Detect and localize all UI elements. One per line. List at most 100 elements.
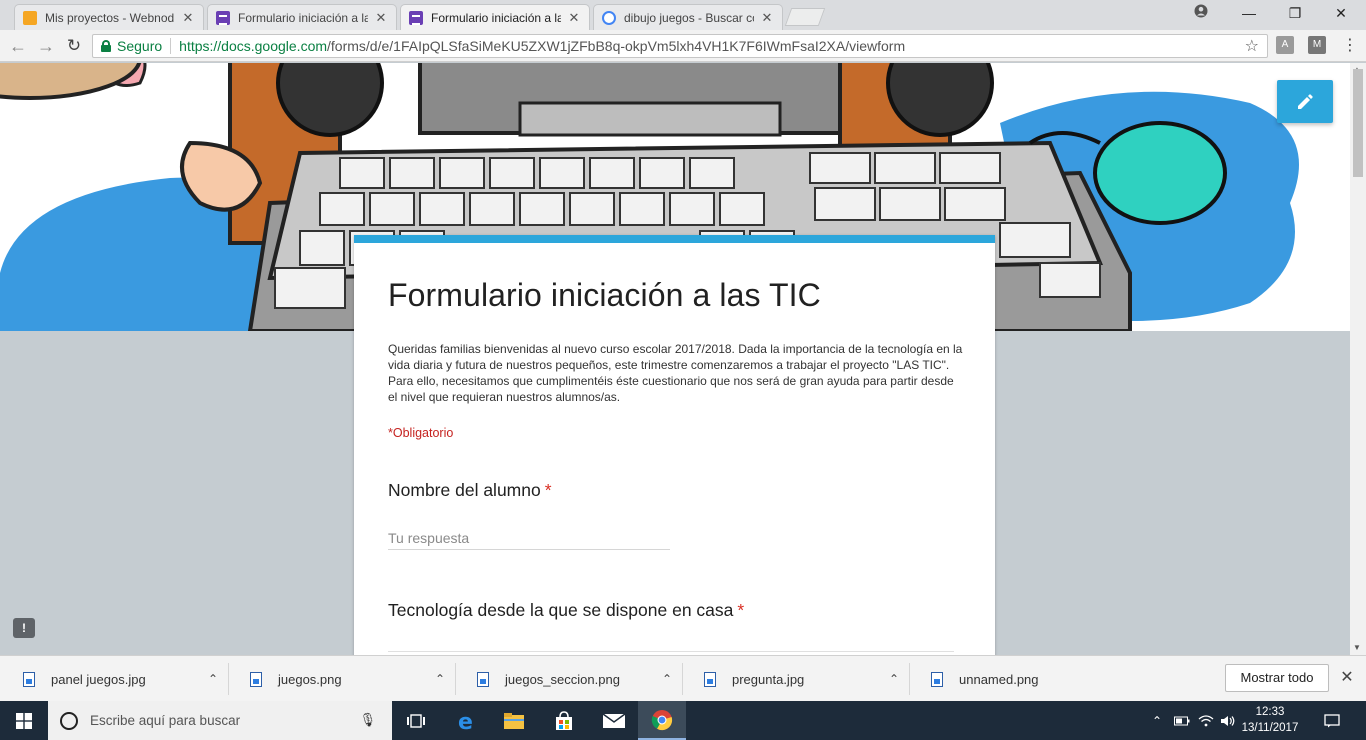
close-window-button[interactable]: ✕ [1318, 0, 1364, 26]
address-bar[interactable]: Seguro https://docs.google.com/forms/d/e… [92, 34, 1268, 58]
tab-title: dibujo juegos - Buscar co [624, 10, 754, 25]
feedback-button[interactable]: ! [13, 618, 35, 638]
download-item[interactable]: pregunta.jpg ⌃ [684, 663, 910, 695]
required-asterisk: * [737, 600, 745, 620]
edge-browser-icon[interactable]: e [442, 701, 490, 740]
wifi-icon[interactable] [1198, 701, 1214, 740]
download-filename: panel juegos.jpg [51, 671, 146, 687]
downloads-bar: panel juegos.jpg ⌃ juegos.png ⌃ juegos_s… [0, 655, 1366, 701]
question-text: Nombre del alumno [388, 480, 541, 500]
volume-icon[interactable] [1220, 701, 1236, 740]
tab-title: Mis proyectos - Webnod [45, 10, 175, 25]
secure-label: Seguro [117, 38, 163, 54]
download-filename: pregunta.jpg [732, 671, 805, 687]
tab-title: Formulario iniciación a la [431, 10, 561, 25]
menu-icon[interactable]: ⋮ [1338, 34, 1362, 58]
download-item[interactable]: juegos.png ⌃ [230, 663, 456, 695]
bookmark-star-icon[interactable]: ☆ [1245, 36, 1259, 56]
url-text[interactable]: https://docs.google.com/forms/d/e/1FAIpQ… [179, 38, 905, 54]
google-icon [602, 10, 616, 25]
tab-close-icon[interactable]: ✕ [374, 10, 388, 26]
show-all-downloads-button[interactable]: Mostrar todo [1225, 664, 1329, 692]
new-tab-button[interactable] [784, 8, 826, 26]
download-filename: unnamed.png [959, 671, 1039, 687]
image-file-icon [931, 671, 943, 687]
forward-arrow-icon[interactable]: → [34, 34, 58, 58]
image-file-icon [704, 671, 716, 687]
maximize-button[interactable]: ❐ [1272, 0, 1318, 26]
search-placeholder: Escribe aquí para buscar [90, 713, 241, 728]
download-item[interactable]: unnamed.png [911, 663, 1137, 695]
microphone-icon[interactable]: 🎙 [359, 712, 376, 728]
taskbar-clock[interactable]: 12:33 13/11/2017 [1240, 704, 1300, 736]
google-forms-icon [409, 10, 423, 25]
form-title: Formulario iniciación a las TIC [388, 277, 821, 313]
file-explorer-icon[interactable] [490, 701, 538, 740]
notifications-icon[interactable] [1324, 701, 1340, 740]
image-file-icon [23, 671, 35, 687]
reload-icon[interactable]: ↻ [62, 34, 86, 58]
download-filename: juegos.png [278, 671, 342, 687]
tab-formulario-2[interactable]: Formulario iniciación a la ✕ [400, 4, 590, 30]
windows-start-button[interactable] [0, 701, 48, 740]
required-asterisk: * [544, 480, 552, 500]
tab-close-icon[interactable]: ✕ [567, 10, 581, 26]
scroll-down-arrow-icon[interactable]: ▼ [1353, 643, 1361, 652]
required-note: *Obligatorio [388, 426, 454, 440]
windows-logo-icon [16, 712, 32, 729]
tab-strip: Mis proyectos - Webnod ✕ Formulario inic… [0, 0, 1366, 30]
lock-icon [101, 40, 111, 52]
close-downloads-icon[interactable]: ✕ [1337, 667, 1357, 687]
page-scrollbar[interactable]: ▲ ▼ [1350, 63, 1366, 655]
form-accent-bar [354, 235, 995, 243]
url-path: /forms/d/e/1FAIpQLSfaSiMeKU5ZXW1jZFbB8q-… [327, 38, 906, 54]
download-filename: juegos_seccion.png [505, 671, 620, 687]
question-nombre-label: Nombre del alumno * [388, 480, 552, 501]
clock-time: 12:33 [1255, 706, 1285, 718]
chrome-taskbar-icon[interactable] [638, 701, 686, 740]
chevron-up-icon[interactable]: ⌃ [879, 672, 909, 686]
form-description: Queridas familias bienvenidas al nuevo c… [388, 342, 963, 404]
mail-icon[interactable] [590, 701, 638, 740]
divider [170, 38, 172, 54]
clock-date: 13/11/2017 [1241, 722, 1299, 734]
question-tecnologia-label: Tecnología desde la que se dispone en ca… [388, 600, 744, 621]
download-item[interactable]: panel juegos.jpg ⌃ [3, 663, 229, 695]
profile-icon[interactable] [1178, 0, 1224, 26]
nombre-answer-input[interactable] [388, 526, 670, 550]
pencil-icon [1298, 93, 1313, 109]
page-content: Formulario iniciación a las TIC Queridas… [0, 63, 1350, 655]
tab-close-icon[interactable]: ✕ [760, 10, 774, 26]
windows-taskbar: Escribe aquí para buscar 🎙 e ⌃ 12:33 13/… [0, 701, 1366, 740]
image-file-icon [477, 671, 489, 687]
divider [388, 651, 954, 652]
minimize-button[interactable]: — [1226, 0, 1272, 26]
scrollbar-thumb[interactable] [1353, 69, 1363, 177]
svg-text:e: e [458, 710, 473, 732]
tab-formulario-1[interactable]: Formulario iniciación a la ✕ [207, 4, 397, 30]
image-file-icon [250, 671, 262, 687]
tab-dibujo-juegos[interactable]: dibujo juegos - Buscar co ✕ [593, 4, 783, 30]
extension-icon[interactable]: M [1308, 36, 1326, 54]
pdf-extension-icon[interactable]: A [1276, 36, 1294, 54]
edit-button[interactable] [1277, 80, 1333, 123]
store-icon[interactable] [540, 701, 588, 740]
google-forms-icon [216, 10, 230, 25]
taskbar-search-box[interactable]: Escribe aquí para buscar 🎙 [48, 701, 392, 740]
chevron-up-icon[interactable]: ⌃ [425, 672, 455, 686]
battery-icon[interactable] [1174, 701, 1190, 740]
download-item[interactable]: juegos_seccion.png ⌃ [457, 663, 683, 695]
back-arrow-icon[interactable]: ← [6, 34, 30, 58]
form-card: Formulario iniciación a las TIC Queridas… [354, 235, 995, 655]
webnode-icon [23, 10, 37, 25]
chevron-up-icon[interactable]: ⌃ [198, 672, 228, 686]
task-view-icon[interactable] [392, 701, 440, 740]
browser-toolbar: ← → ↻ Seguro https://docs.google.com/for… [0, 30, 1366, 62]
tab-title: Formulario iniciación a la [238, 10, 368, 25]
chevron-up-icon[interactable]: ⌃ [652, 672, 682, 686]
question-text: Tecnología desde la que se dispone en ca… [388, 600, 734, 620]
tab-mis-proyectos[interactable]: Mis proyectos - Webnod ✕ [14, 4, 204, 30]
show-hidden-icons[interactable]: ⌃ [1152, 701, 1162, 740]
cortana-icon [60, 711, 78, 730]
tab-close-icon[interactable]: ✕ [181, 10, 195, 26]
